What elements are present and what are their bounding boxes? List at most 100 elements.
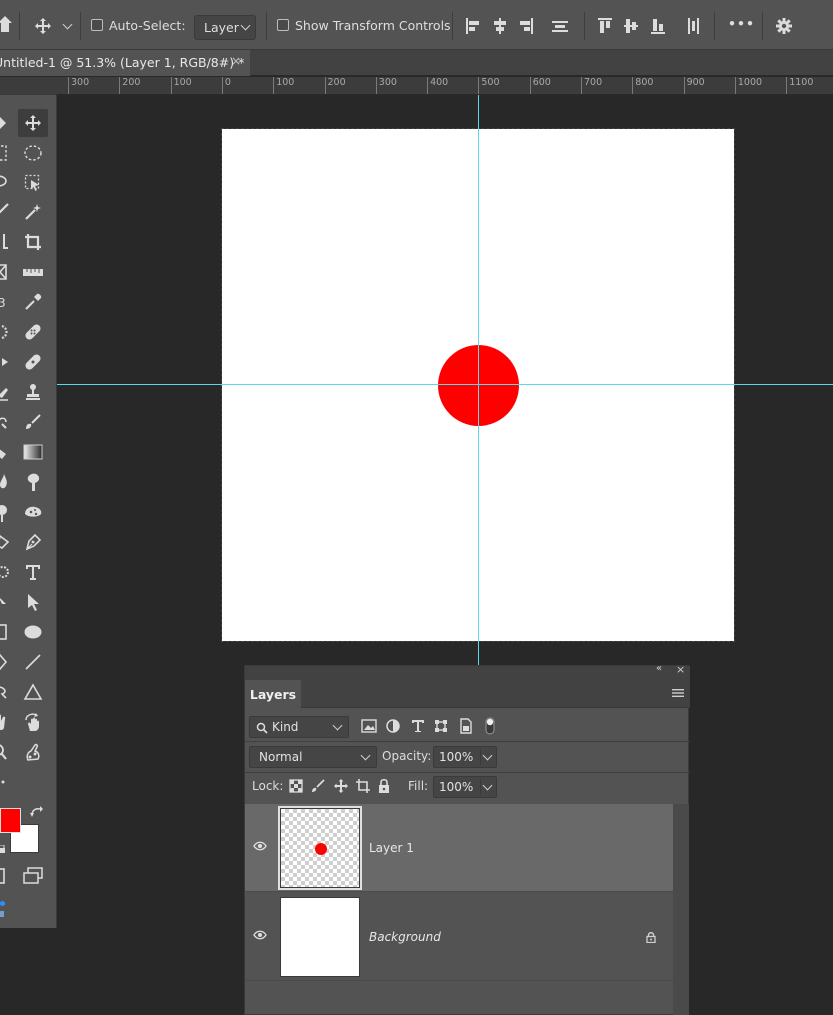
fill-input[interactable]: 100% — [433, 776, 497, 798]
eyedropper-tool-button[interactable] — [18, 288, 48, 316]
distribute-horizontal-icon[interactable] — [551, 17, 569, 35]
polygon-tool-button[interactable] — [0, 648, 10, 676]
distribute-vertical-icon[interactable] — [686, 17, 700, 35]
swap-colors-icon[interactable] — [30, 806, 44, 818]
edit-toolbar-button[interactable] — [0, 770, 10, 790]
more-options-button[interactable]: ••• — [728, 16, 755, 31]
lock-artboard-icon[interactable] — [355, 778, 371, 794]
show-transform-toggle[interactable]: Show Transform Controls — [277, 0, 451, 50]
magic-wand-tool-button[interactable] — [18, 198, 48, 226]
horizontal-guide[interactable] — [57, 384, 833, 385]
content-aware-move-tool-button[interactable] — [0, 348, 10, 376]
chevron-down-icon[interactable] — [482, 780, 493, 791]
path-selection-tool-button[interactable] — [0, 588, 10, 616]
type-tool-button[interactable] — [18, 558, 48, 586]
elliptical-marquee-tool-button[interactable] — [18, 139, 48, 167]
align-right-edges-icon[interactable] — [518, 17, 534, 35]
rotate-view-tool-button[interactable] — [18, 708, 48, 736]
custom-shape-tool-button[interactable] — [0, 678, 10, 706]
shape-layer-filter-icon[interactable] — [434, 719, 448, 733]
collapse-panel-button[interactable]: « — [656, 663, 662, 674]
smart-object-filter-icon[interactable] — [459, 718, 473, 734]
extras-icon[interactable] — [0, 911, 4, 917]
quick-selection-tool-button[interactable] — [0, 198, 10, 226]
smudge-tool-button[interactable] — [18, 468, 48, 496]
eraser-tool-button[interactable] — [0, 378, 10, 406]
pen-tool-button[interactable] — [18, 528, 48, 556]
document-tab[interactable]: Untitled-1 @ 51.3% (Layer 1, RGB/8#) * × — [0, 50, 250, 76]
object-selection-tool-button[interactable] — [18, 169, 48, 197]
line-tool-button[interactable] — [18, 648, 48, 676]
direct-selection-tool-button[interactable] — [18, 588, 48, 616]
home-icon[interactable] — [0, 16, 12, 34]
opacity-input[interactable]: 100% — [433, 746, 497, 768]
screen-mode-icon[interactable] — [22, 867, 44, 885]
auto-select-target-dropdown[interactable]: Layer — [194, 15, 256, 40]
align-top-edges-icon[interactable] — [597, 17, 613, 35]
pixel-layer-filter-icon[interactable] — [361, 719, 377, 733]
rectangle-tool-button[interactable] — [0, 618, 10, 646]
sponge-tool-button[interactable] — [18, 498, 48, 526]
auto-select-checkbox[interactable] — [91, 19, 103, 31]
close-document-button[interactable]: × — [231, 54, 241, 68]
clone-stamp-tool-button[interactable] — [18, 378, 48, 406]
close-panel-button[interactable]: × — [676, 663, 685, 676]
panel-menu-icon[interactable] — [672, 688, 684, 698]
ruler-tool-button[interactable] — [18, 258, 48, 286]
vertical-type-tool-button[interactable] — [0, 558, 10, 586]
type-layer-filter-icon[interactable] — [411, 719, 425, 733]
filter-toggle-icon[interactable] — [484, 716, 496, 736]
chevron-down-icon[interactable] — [62, 19, 73, 30]
foreground-color-swatch-top[interactable] — [0, 808, 21, 833]
perspective-crop-tool-button[interactable] — [0, 228, 10, 256]
align-bottom-edges-icon[interactable] — [650, 17, 666, 35]
artboard-tool-button[interactable] — [0, 109, 10, 137]
visibility-eye-icon[interactable] — [253, 841, 267, 851]
lock-transparent-pixels-icon[interactable] — [289, 779, 303, 793]
quick-mask-icon[interactable] — [0, 867, 8, 885]
visibility-eye-icon[interactable] — [253, 930, 267, 940]
paint-bucket-tool-button[interactable] — [0, 438, 10, 466]
blend-mode-dropdown[interactable]: Normal — [249, 746, 377, 768]
lock-position-icon[interactable] — [333, 778, 349, 794]
patch-tool-button[interactable] — [0, 318, 10, 346]
vertical-guide[interactable] — [478, 95, 479, 665]
ellipse-tool-button[interactable] — [18, 618, 48, 646]
move-tool-button[interactable] — [18, 109, 48, 137]
gear-icon[interactable] — [775, 17, 793, 35]
rectangular-marquee-tool-button[interactable] — [0, 139, 10, 167]
lock-image-pixels-icon[interactable] — [311, 779, 325, 793]
auto-select-toggle[interactable]: Auto-Select: — [91, 0, 186, 50]
gradient-tool-button[interactable] — [18, 438, 48, 466]
history-brush-tool-button[interactable] — [0, 408, 10, 436]
layers-scrollbar[interactable] — [673, 804, 689, 1015]
crop-tool-button[interactable] — [18, 228, 48, 256]
default-colors-icon[interactable] — [0, 845, 6, 855]
lock-all-icon[interactable] — [377, 778, 391, 794]
triangle-tool-button[interactable] — [18, 678, 48, 706]
filter-kind-dropdown[interactable]: Kind — [249, 716, 349, 738]
show-transform-checkbox[interactable] — [277, 19, 289, 31]
align-horizontal-centers-icon[interactable] — [492, 17, 508, 35]
layer-name[interactable]: Layer 1 — [369, 841, 414, 855]
healing-brush-tool-button[interactable] — [18, 348, 48, 376]
lasso-tool-button[interactable] — [0, 169, 10, 197]
adjustment-layer-filter-icon[interactable] — [386, 719, 400, 733]
hand-tool-button[interactable] — [0, 708, 10, 736]
align-vertical-centers-icon[interactable] — [623, 17, 639, 35]
brush-tool-button[interactable] — [18, 408, 48, 436]
layer-name[interactable]: Background — [369, 930, 441, 944]
blur-tool-button[interactable] — [0, 468, 10, 496]
frame-tool-button[interactable] — [0, 258, 10, 286]
chevron-down-icon[interactable] — [482, 750, 493, 761]
spot-healing-brush-tool-button[interactable] — [18, 318, 48, 346]
freeform-pen-tool-button[interactable] — [0, 528, 10, 556]
layer-row-layer-1[interactable]: Layer 1 — [245, 804, 673, 892]
align-left-edges-icon[interactable] — [465, 17, 481, 35]
tab-layers[interactable]: Layers — [245, 680, 301, 708]
zoom-tool-button[interactable] — [0, 738, 10, 766]
count-tool-button[interactable]: 3 — [0, 288, 10, 316]
dodge-tool-button[interactable] — [0, 498, 10, 526]
layer-row-background[interactable]: Background — [245, 893, 673, 981]
move-tool-preset-icon[interactable] — [34, 17, 52, 35]
